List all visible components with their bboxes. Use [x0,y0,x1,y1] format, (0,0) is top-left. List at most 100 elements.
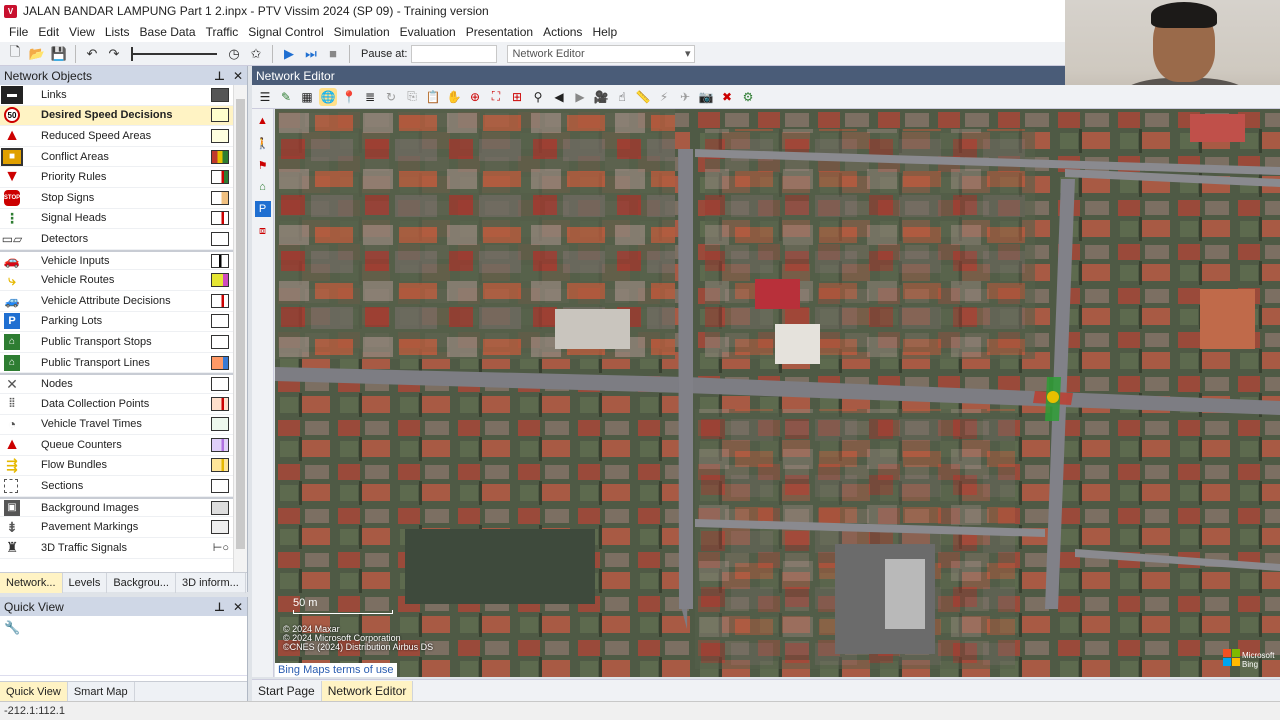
list-item-nodes[interactable]: ✕ Nodes [0,373,247,394]
clipboard-icon[interactable]: 📋 [424,88,442,106]
signal-pole-swatch-icon[interactable]: ⊢○ [213,541,229,554]
menu-base-data[interactable]: Base Data [135,25,201,39]
color-swatch[interactable] [211,190,229,205]
list-item-conflict-areas[interactable]: ■ Conflict Areas [0,147,247,168]
list-item-vehicle-travel-times[interactable]: ◔ Vehicle Travel Times [0,415,247,436]
zoom-extent-icon[interactable]: ⛶ [487,88,505,106]
speedometer-icon[interactable]: ◷ [225,45,243,63]
edit-tools-icon[interactable]: ✎ [277,88,295,106]
network-check-icon[interactable]: ⚙ [739,88,757,106]
tab-levels[interactable]: Levels [63,572,108,593]
color-swatch[interactable] [211,293,229,308]
color-swatch[interactable] [211,520,229,535]
color-swatch[interactable] [211,355,229,370]
menu-simulation[interactable]: Simulation [329,25,395,39]
list-item-vehicle-routes[interactable]: ⤷ Vehicle Routes [0,270,247,291]
tab-start-page[interactable]: Start Page [252,680,322,701]
color-swatch[interactable] [211,211,229,226]
color-swatch[interactable] [211,500,229,515]
list-item-background-images[interactable]: ▣ Background Images [0,496,247,518]
pin-icon[interactable]: ⊥ [214,600,225,614]
list-item-links[interactable]: ▬ Links [0,85,247,106]
camera-position-icon[interactable]: 🎥 [592,88,610,106]
color-swatch[interactable] [211,437,229,452]
plane-icon[interactable]: ✈ [676,88,694,106]
view-select[interactable]: Network Editor ▾ [507,44,696,63]
transit-layer-icon[interactable]: ⌂ [255,179,271,195]
menu-lists[interactable]: Lists [100,25,135,39]
list-item-vehicle-inputs[interactable]: 🚗 Vehicle Inputs [0,249,247,271]
color-swatch[interactable] [211,108,229,123]
menu-view[interactable]: View [64,25,100,39]
menu-presentation[interactable]: Presentation [461,25,538,39]
layers-menu-icon[interactable]: ☰ [256,88,274,106]
color-swatch[interactable] [211,87,229,102]
menu-traffic[interactable]: Traffic [201,25,244,39]
menu-evaluation[interactable]: Evaluation [395,25,461,39]
stop-icon[interactable]: ■ [324,45,342,63]
menu-edit[interactable]: Edit [33,25,64,39]
color-swatch[interactable] [211,170,229,185]
list-item-flow-bundles[interactable]: ⇶ Flow Bundles [0,456,247,477]
list-item-public-transport-stops[interactable]: ⌂ Public Transport Stops [0,332,247,353]
list-item-3d-traffic-signals[interactable]: ♜ 3D Traffic Signals ⊢○ [0,538,247,559]
color-swatch[interactable] [211,149,229,164]
list-item-pavement-markings[interactable]: ⇟ Pavement Markings [0,517,247,539]
pedestrian-icon[interactable]: 🚶 [255,135,271,151]
parking-layer-icon[interactable]: P [254,201,271,217]
new-file-icon[interactable]: 🗋 [6,44,24,63]
copy-icon[interactable]: ⎘ [403,88,421,106]
color-swatch[interactable] [211,253,229,268]
list-item-queue-counters[interactable]: ▲ Queue Counters [0,435,247,456]
zoom-box-icon[interactable]: ⊞ [508,88,526,106]
map-pin-icon[interactable]: 📍 [340,88,358,106]
color-swatch[interactable] [211,334,229,349]
hand-select-icon[interactable]: ☝ [613,88,631,106]
open-folder-icon[interactable]: 📂 [28,45,46,63]
list-item-priority-rules[interactable]: ▼ Priority Rules [0,167,247,188]
color-swatch[interactable] [211,458,229,473]
bing-terms-link[interactable]: Bing Maps terms of use [275,663,397,677]
graph-layer-icon[interactable]: ⧈ [255,223,271,239]
pan-hand-icon[interactable]: ✋ [445,88,463,106]
menu-actions[interactable]: Actions [538,25,587,39]
close-icon[interactable]: ✕ [233,600,243,614]
tab-3d-information[interactable]: 3D inform... [176,572,246,593]
tab-network-editor[interactable]: Network Editor [321,680,414,701]
list-item-sections[interactable]: Sections [0,476,247,497]
color-swatch[interactable] [211,417,229,432]
color-swatch[interactable] [211,273,229,288]
list-scrollbar[interactable] [233,85,247,572]
close-icon[interactable]: ✕ [233,69,243,83]
tab-backgrounds[interactable]: Backgrou... [107,572,176,593]
measure-icon[interactable]: 📏 [634,88,652,106]
signal-layer-icon[interactable]: ⚑ [255,157,271,173]
list-item-signal-heads[interactable]: ⋮ Signal Heads [0,209,247,230]
list-item-detectors[interactable]: ▭▱ Detectors [0,229,247,250]
settings-star-icon[interactable]: ✩ [247,45,265,63]
menu-signal-control[interactable]: Signal Control [243,25,328,39]
grid-icon[interactable]: ▦ [298,88,316,106]
pause-at-input[interactable] [411,44,498,63]
warning-layer-icon[interactable]: ▲ [255,113,271,129]
undo-icon[interactable]: ↶ [83,45,101,63]
color-swatch[interactable] [211,128,229,143]
scrollbar-thumb[interactable] [236,99,245,549]
zoom-fit-icon[interactable]: ⊕ [466,88,484,106]
arrow-back-icon[interactable]: ◀ [550,88,568,106]
color-swatch[interactable] [211,377,229,392]
menu-file[interactable]: File [4,25,33,39]
color-swatch[interactable] [211,479,229,494]
list-item-reduced-speed-areas[interactable]: ▲ Reduced Speed Areas [0,126,247,147]
color-swatch[interactable] [211,231,229,246]
pin-icon[interactable]: ⊥ [214,69,225,83]
arrow-forward-icon[interactable]: ▶ [571,88,589,106]
list-item-data-collection-points[interactable]: ⦙⦙ Data Collection Points [0,394,247,415]
rotate-icon[interactable]: ↻ [382,88,400,106]
list-icon[interactable]: ≣ [361,88,379,106]
step-icon[interactable]: ⏭ [302,45,320,63]
list-item-desired-speed-decisions[interactable]: 50 Desired Speed Decisions [0,105,247,127]
screenshot-icon[interactable]: 📷 [697,88,715,106]
list-item-public-transport-lines[interactable]: ⌂ Public Transport Lines [0,353,247,374]
wrench-icon[interactable]: 🔧 [4,620,20,635]
